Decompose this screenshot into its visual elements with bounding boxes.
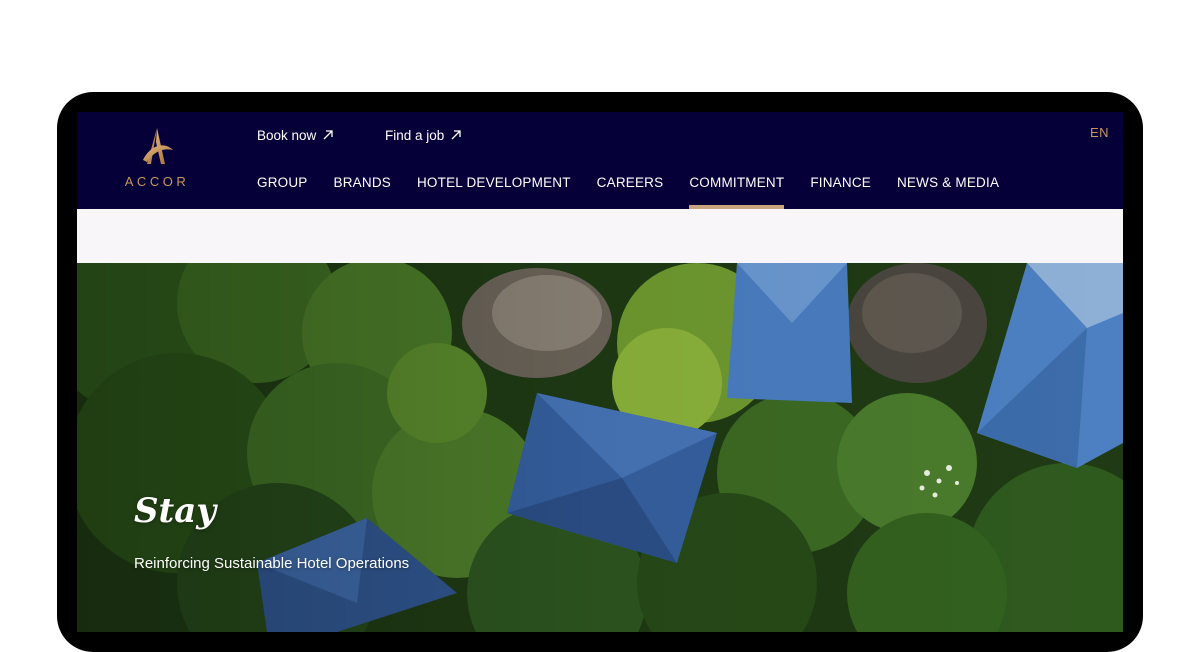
- language-selector[interactable]: EN: [1090, 125, 1109, 140]
- book-now-link[interactable]: Book now: [257, 125, 334, 145]
- nav-item-hotel-development[interactable]: HOTEL DEVELOPMENT: [417, 167, 571, 209]
- nav-item-news-media[interactable]: NEWS & MEDIA: [897, 167, 999, 209]
- laptop-frame: ACCOR Book now Find a job EN GROUP BRAND…: [57, 92, 1143, 652]
- hero-title: Stay: [134, 491, 217, 531]
- main-nav: GROUP BRANDS HOTEL DEVELOPMENT CAREERS C…: [257, 167, 999, 209]
- sub-navigation-bar: [77, 209, 1123, 263]
- nav-item-group[interactable]: GROUP: [257, 167, 308, 209]
- accor-logo[interactable]: ACCOR: [115, 126, 199, 192]
- nav-item-commitment[interactable]: COMMITMENT: [689, 167, 785, 209]
- find-a-job-link[interactable]: Find a job: [385, 125, 462, 145]
- nav-item-careers[interactable]: CAREERS: [597, 167, 664, 209]
- site-header: ACCOR Book now Find a job EN GROUP BRAND…: [77, 112, 1123, 209]
- nav-item-brands[interactable]: BRANDS: [334, 167, 391, 209]
- brand-name: ACCOR: [124, 174, 190, 189]
- nav-item-finance[interactable]: FINANCE: [810, 167, 871, 209]
- browser-screen: ACCOR Book now Find a job EN GROUP BRAND…: [77, 112, 1123, 632]
- accor-logo-icon: [143, 128, 173, 164]
- hero-banner: Stay Reinforcing Sustainable Hotel Opera…: [77, 263, 1123, 632]
- book-now-label: Book now: [257, 127, 317, 143]
- find-a-job-label: Find a job: [385, 127, 445, 143]
- hero-subtitle: Reinforcing Sustainable Hotel Operations: [134, 555, 410, 572]
- hero-aerial-image: [77, 263, 1123, 632]
- external-arrow-icon: [323, 130, 333, 140]
- external-arrow-icon: [451, 130, 461, 140]
